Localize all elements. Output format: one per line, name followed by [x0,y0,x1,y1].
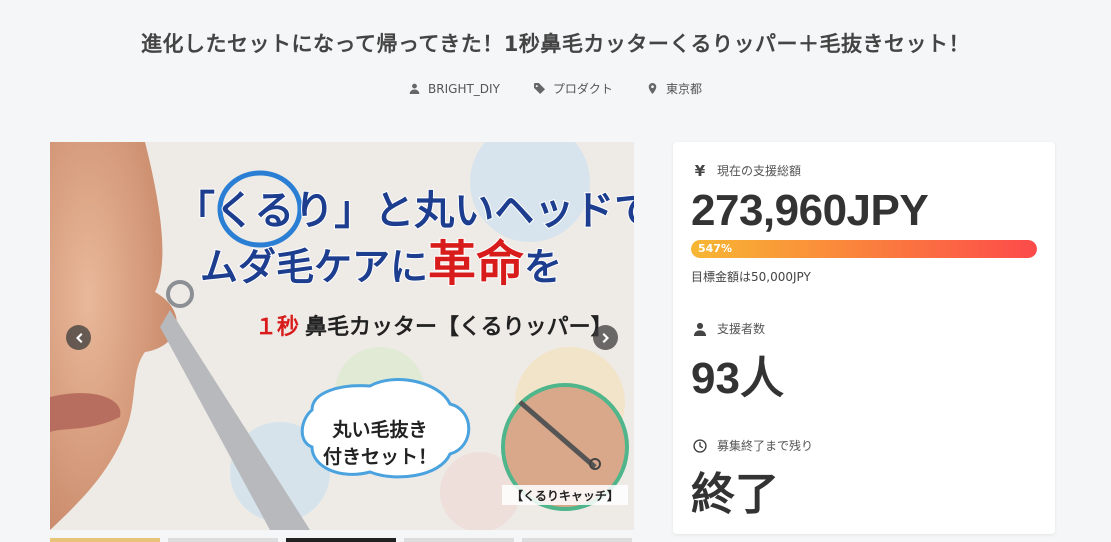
headline-line2b: 革命 [428,236,524,292]
thumbnail[interactable] [404,538,514,542]
svg-text:１秒鼻毛カッター【くるりッパー】: １秒 鼻毛カッター【くるりッパー】 [255,314,613,340]
bubble-line2: 付きセット！ [323,445,437,468]
goal-text: 目標金額は50,000JPY [691,270,811,284]
project-meta: BRIGHT_DIY プロダクト 東京都 [0,80,1111,97]
gallery-prev-button[interactable] [66,325,91,350]
hero-image: 「くるり」と丸いヘッドで ムダ毛ケアに革命を １秒 鼻毛カッター【くるりッパー】 … [50,142,634,530]
tag-icon [533,83,545,94]
thumbnail[interactable] [168,538,278,542]
location-name: 東京都 [665,82,702,96]
headline-quote-open: 「 [175,188,215,234]
headline-line2a: ムダ毛ケアに [200,245,428,289]
bubble-line1: 丸い毛抜き [331,418,427,441]
backers-label-row: 支援者数 [693,320,765,337]
owner-link[interactable]: BRIGHT_DIY [409,80,500,97]
page-title: 進化したセットになって帰ってきた！1秒鼻毛カッターくるりッパー＋毛抜きセット！ [141,32,970,56]
svg-text:ムダ毛ケアに革命を: ムダ毛ケアに革命を [200,236,562,292]
closeup-caption: 【くるりキャッチ】 [511,488,619,503]
gallery-next-button[interactable] [593,325,618,350]
map-pin-icon [648,83,657,94]
thumbnail[interactable] [522,538,632,542]
product-number: １秒 [255,315,299,340]
yen-icon: ¥ [694,161,706,180]
headline-kururi: くるり [215,188,334,234]
image-gallery[interactable]: 「くるり」と丸いヘッドで ムダ毛ケアに革命を １秒 鼻毛カッター【くるりッパー】 … [50,142,634,530]
category-name: プロダクト [552,82,613,96]
gallery-thumbnails [50,538,632,542]
funding-progress-bar: 547% [691,240,1037,258]
thumbnail[interactable] [50,538,160,542]
amount-label: 現在の支援総額 [717,164,802,178]
chevron-left-icon [75,332,82,343]
funding-panel: ¥ 現在の支援総額 273,960JPY 547% 目標金額は50,000JPY… [673,142,1055,534]
category-link[interactable]: プロダクト [533,80,613,97]
amount-value: 273,960JPY [691,186,929,235]
remaining-label: 募集終了まで残り [717,439,814,453]
backers-value: 93人 [691,354,784,403]
backers-label: 支援者数 [717,322,766,336]
product-name: 鼻毛カッター【くるりッパー】 [305,314,613,340]
owner-name: BRIGHT_DIY [428,81,500,96]
remaining-value: 終了 [691,469,779,520]
user-icon [693,322,707,336]
progress-fill [691,240,1037,258]
user-icon [409,83,420,94]
thumbnail[interactable] [286,538,396,542]
clock-icon [693,438,707,453]
remaining-label-row: 募集終了まで残り [693,437,813,454]
amount-label-row: ¥ 現在の支援総額 [693,161,802,180]
headline-rest1: 」と丸いヘッドで [334,188,634,234]
chevron-right-icon [602,332,609,343]
progress-percent: 547% [698,242,732,255]
headline-line2c: を [524,245,562,289]
svg-text:「くるり」と丸いヘッドで: 「くるり」と丸いヘッドで [175,188,634,234]
location-link[interactable]: 東京都 [647,80,702,97]
